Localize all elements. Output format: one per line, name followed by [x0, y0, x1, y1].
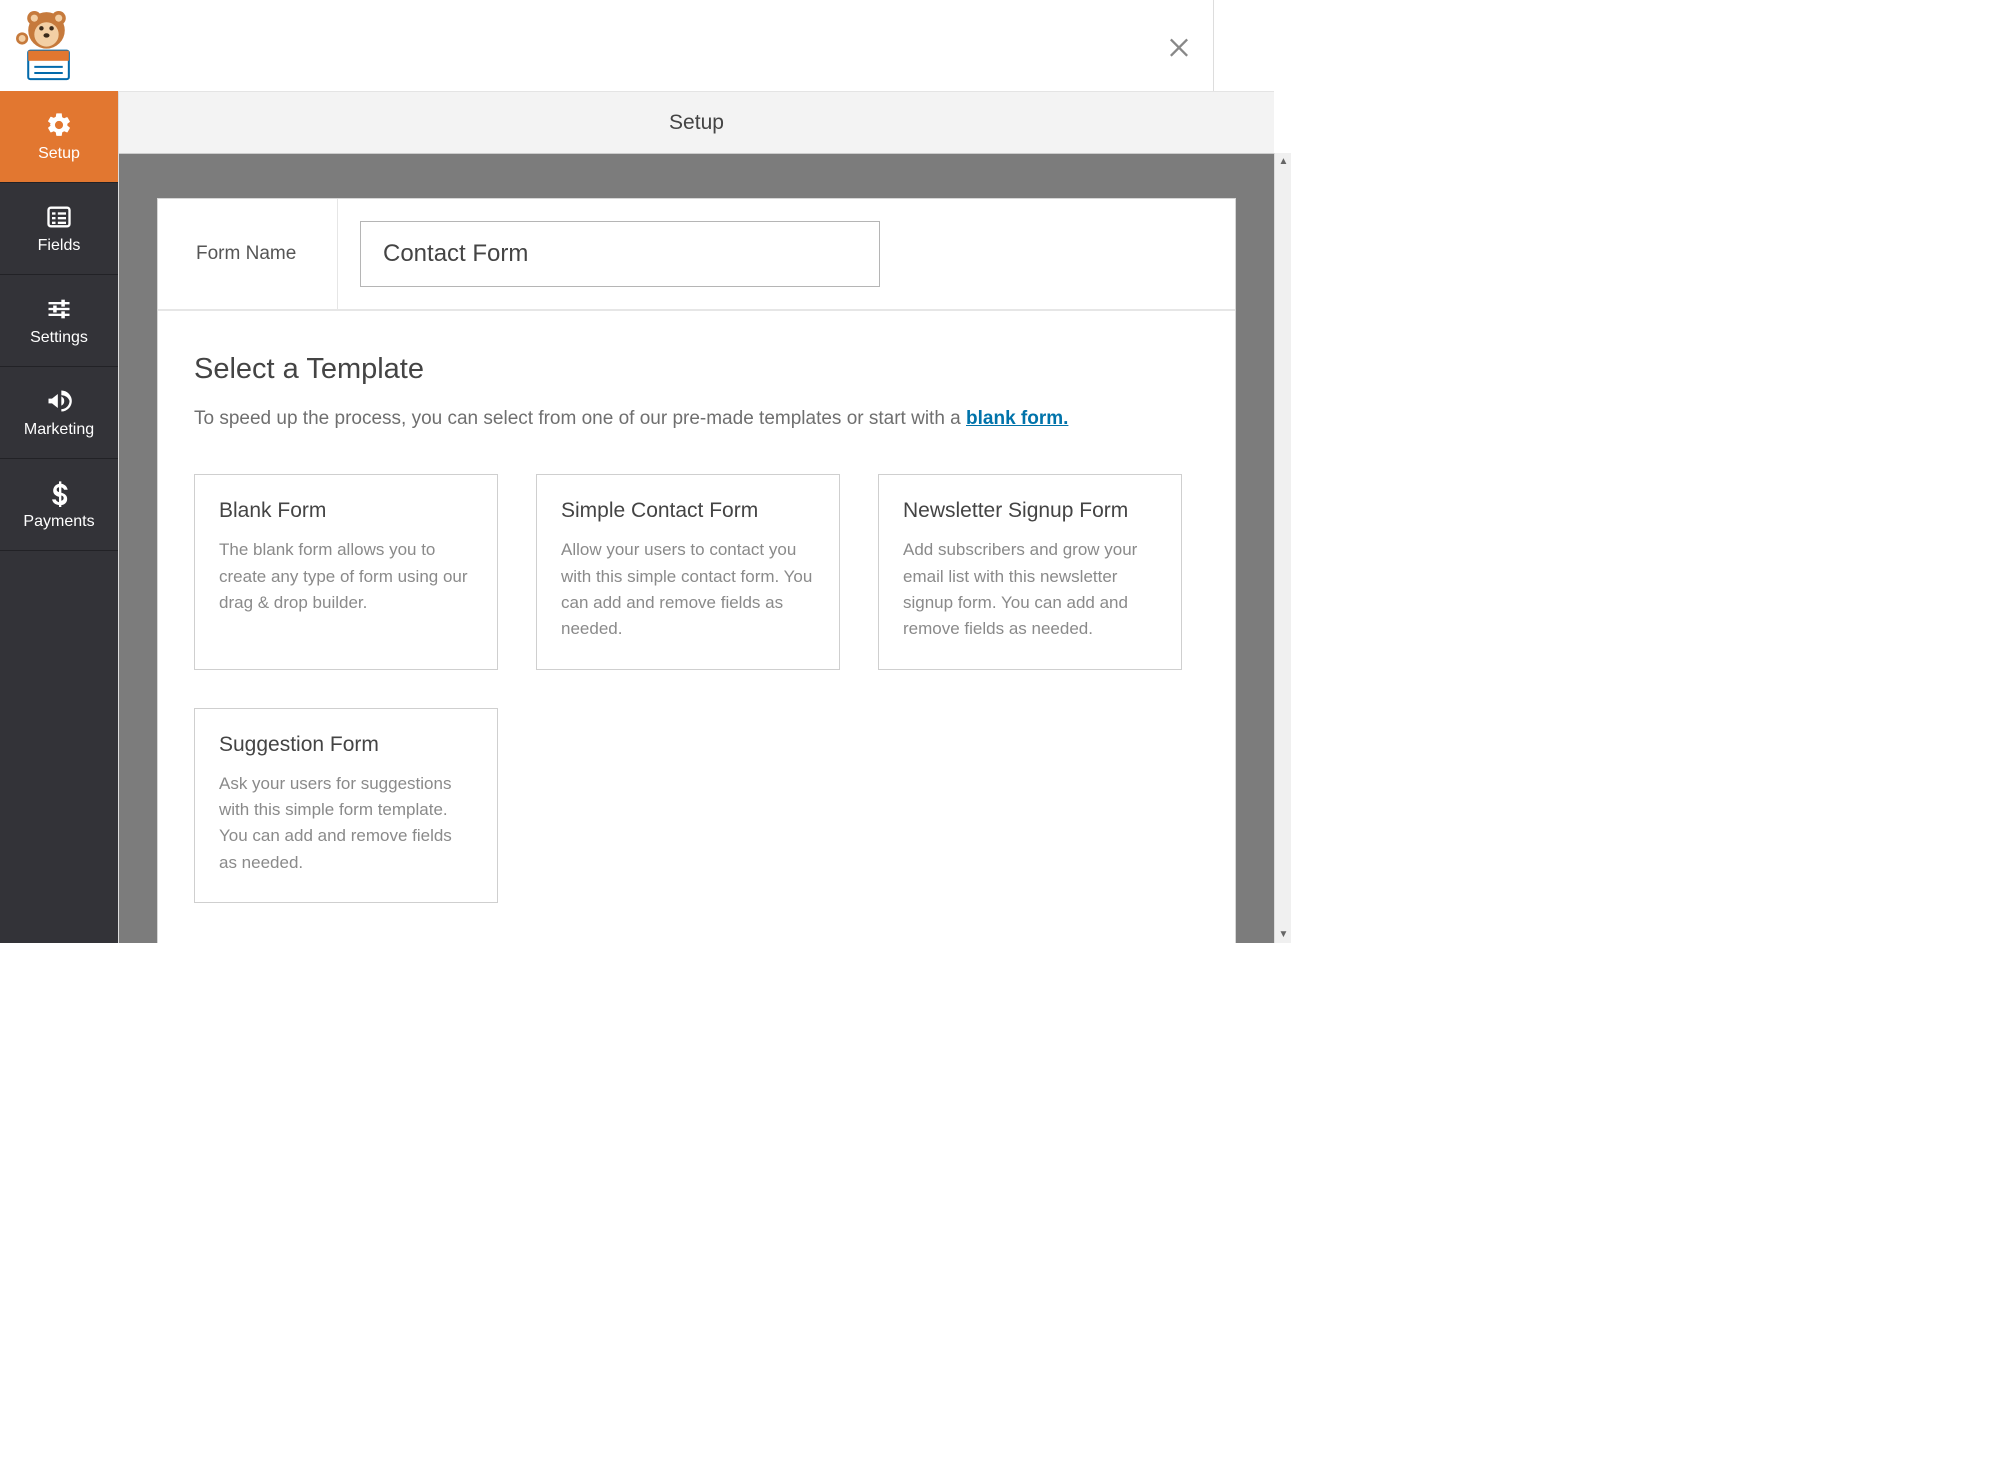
main-area: Setup Form Name Select a Template To spe…: [118, 91, 1274, 943]
sidebar-item-payments[interactable]: Payments: [0, 459, 118, 551]
sidebar-item-settings[interactable]: Settings: [0, 275, 118, 367]
form-name-input[interactable]: [360, 221, 880, 287]
select-template-desc: To speed up the process, you can select …: [194, 404, 1199, 434]
close-button[interactable]: [1165, 30, 1193, 66]
template-desc: Add subscribers and grow your email list…: [903, 537, 1157, 642]
dollar-icon: [45, 479, 73, 507]
page-title-bar: Setup: [119, 92, 1274, 154]
template-card-suggestion-form[interactable]: Suggestion Form Ask your users for sugge…: [194, 708, 498, 903]
template-desc: The blank form allows you to create any …: [219, 537, 473, 616]
panel-body: Select a Template To speed up the proces…: [158, 311, 1235, 943]
content-wrap: Form Name Select a Template To speed up …: [119, 154, 1274, 943]
sidebar-nav: Setup Fields Settings Marketing Payments: [0, 91, 118, 943]
sidebar-item-label: Settings: [30, 329, 88, 347]
bullhorn-icon: [45, 387, 73, 415]
list-icon: [45, 203, 73, 231]
vertical-scrollbar[interactable]: ▲ ▼: [1274, 153, 1291, 943]
select-template-heading: Select a Template: [194, 353, 1199, 386]
select-template-desc-text: To speed up the process, you can select …: [194, 408, 966, 429]
sliders-icon: [45, 295, 73, 323]
sidebar-item-fields[interactable]: Fields: [0, 183, 118, 275]
form-name-label: Form Name: [158, 199, 338, 309]
template-desc: Ask your users for suggestions with this…: [219, 771, 473, 876]
setup-panel: Form Name Select a Template To speed up …: [157, 198, 1236, 943]
sidebar-item-label: Marketing: [24, 421, 94, 439]
page-title: Setup: [669, 111, 724, 135]
app-logo: [14, 8, 79, 83]
template-grid: Blank Form The blank form allows you to …: [194, 474, 1199, 903]
scroll-up-arrow-icon[interactable]: ▲: [1275, 153, 1292, 170]
template-title: Suggestion Form: [219, 733, 473, 757]
sidebar-item-label: Payments: [23, 513, 94, 531]
blank-form-link[interactable]: blank form.: [966, 408, 1068, 429]
gear-icon: [45, 111, 73, 139]
form-name-input-cell: [338, 221, 1235, 287]
scroll-down-arrow-icon[interactable]: ▼: [1275, 926, 1292, 943]
form-name-row: Form Name: [158, 199, 1235, 311]
sidebar-item-label: Setup: [38, 145, 80, 163]
sidebar-item-label: Fields: [38, 237, 81, 255]
template-title: Simple Contact Form: [561, 499, 815, 523]
template-desc: Allow your users to contact you with thi…: [561, 537, 815, 642]
template-card-newsletter-signup-form[interactable]: Newsletter Signup Form Add subscribers a…: [878, 474, 1182, 669]
template-card-blank-form[interactable]: Blank Form The blank form allows you to …: [194, 474, 498, 669]
sidebar-item-setup[interactable]: Setup: [0, 91, 118, 183]
close-icon: [1165, 32, 1193, 60]
top-header: [0, 0, 1214, 91]
sidebar-item-marketing[interactable]: Marketing: [0, 367, 118, 459]
template-title: Newsletter Signup Form: [903, 499, 1157, 523]
template-title: Blank Form: [219, 499, 473, 523]
template-card-simple-contact-form[interactable]: Simple Contact Form Allow your users to …: [536, 474, 840, 669]
